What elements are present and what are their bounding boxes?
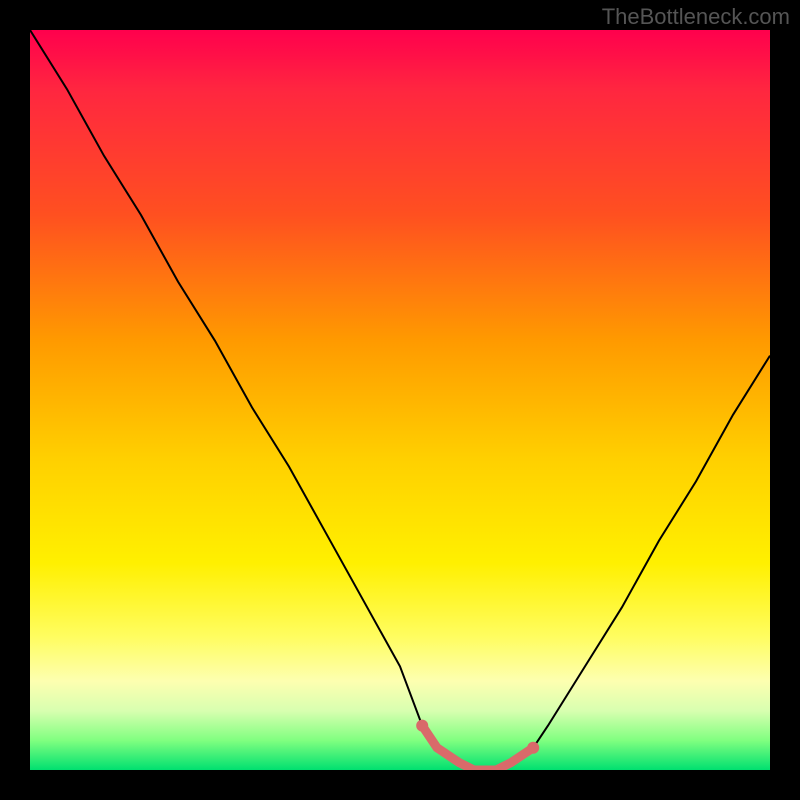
chart-plot-area: [30, 30, 770, 770]
chart-svg: [30, 30, 770, 770]
optimal-band-markers: [416, 720, 539, 770]
optimal-band-dot: [527, 742, 539, 754]
optimal-band-dot: [416, 720, 428, 732]
watermark-text: TheBottleneck.com: [602, 4, 790, 30]
optimal-band-line: [422, 726, 533, 770]
bottleneck-curve: [30, 30, 770, 770]
